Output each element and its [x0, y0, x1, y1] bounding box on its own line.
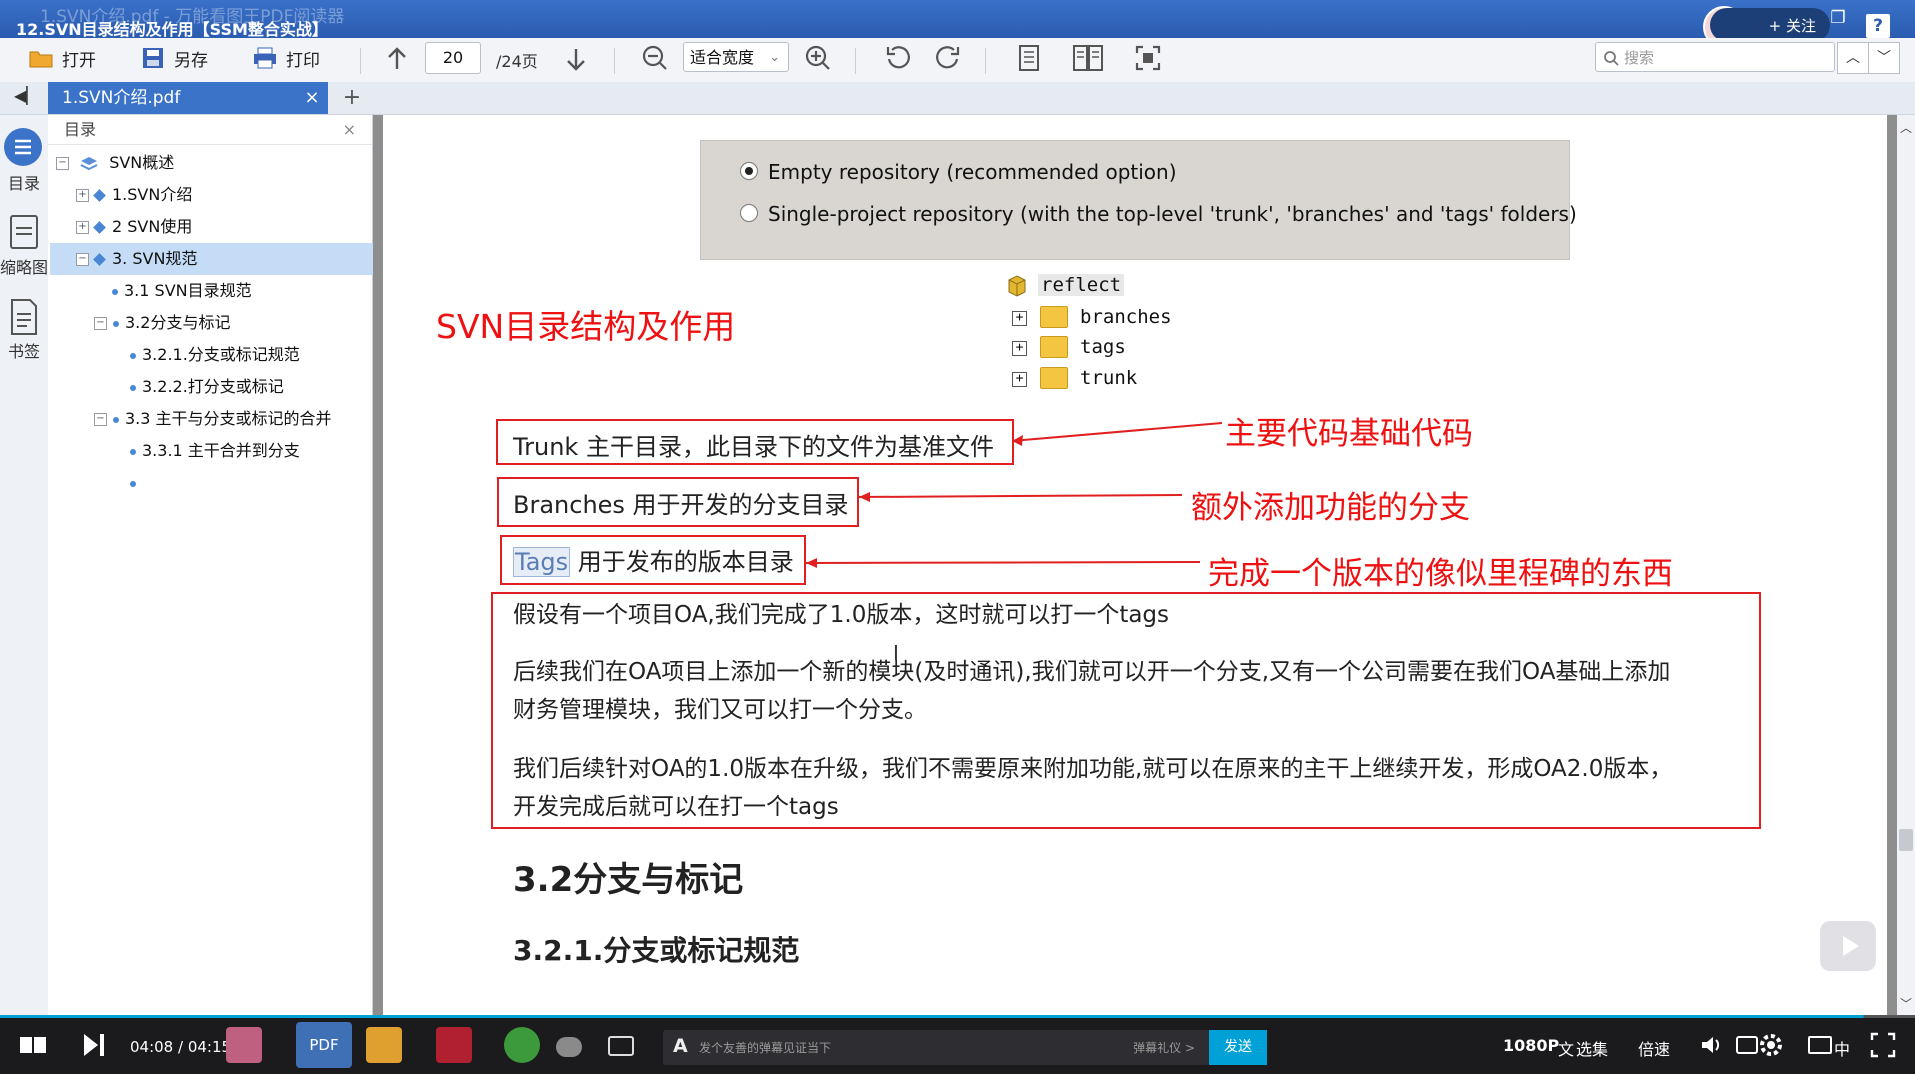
paragraph-2-line-2: 财务管理模块，我们又可以打一个分支。 — [513, 697, 927, 723]
annotation-arrows — [805, 422, 1223, 568]
browser-icon[interactable] — [504, 1027, 540, 1063]
gear-icon[interactable] — [1758, 1032, 1784, 1058]
next-icon[interactable] — [80, 1030, 112, 1060]
danmu-etiquette-link[interactable]: 弹幕礼仪 > — [1133, 1039, 1195, 1056]
time-display: 04:08 / 04:15 — [130, 1038, 232, 1056]
danmu-settings-icon[interactable] — [608, 1036, 634, 1056]
start-icon[interactable] — [18, 1033, 48, 1057]
paragraph-2-line-1: 后续我们在OA项目上添加一个新的模块(及时通讯),我们就可以开一个分支,又有一个… — [513, 659, 1671, 685]
danmu-toggle-icon[interactable] — [556, 1037, 582, 1057]
pdf-app-icon[interactable]: PDF — [296, 1022, 352, 1068]
ide-icon[interactable] — [436, 1027, 472, 1063]
paragraph-3-line-1: 我们后续针对OA的1.0版本在升级，我们不需要原来附加功能,就可以在原来的主干上… — [513, 756, 1673, 782]
language-toggle[interactable]: 中 — [1834, 1036, 1850, 1060]
danmu-placeholder: 发个友善的弹幕见证当下 — [699, 1041, 832, 1055]
app-icon[interactable] — [226, 1027, 262, 1063]
send-button[interactable]: 发送 — [1209, 1030, 1267, 1065]
heading-3-2: 3.2分支与标记 — [513, 860, 744, 900]
note-trunk: 主要代码基础代码 — [1225, 416, 1473, 452]
note-tags: 完成一个版本的像似里程碑的东西 — [1208, 556, 1673, 592]
speed-button[interactable]: 倍速 — [1638, 1036, 1670, 1060]
pip-icon[interactable] — [1808, 1036, 1832, 1054]
danmu-display-icon[interactable] — [1736, 1036, 1758, 1054]
text-style-icon[interactable]: A — [673, 1035, 688, 1057]
paragraph-1-line-1: 假设有一个项目OA,我们完成了1.0版本，这时就可以打一个tags — [513, 602, 1170, 628]
note-branches: 额外添加功能的分支 — [1191, 490, 1470, 526]
volume-icon[interactable] — [1700, 1034, 1724, 1056]
danmu-input[interactable]: A 发个友善的弹幕见证当下 弹幕礼仪 > — [663, 1030, 1209, 1065]
episodes-button[interactable]: 选集 — [1576, 1036, 1608, 1060]
heading-3-2-1: 3.2.1.分支或标记规范 — [513, 934, 800, 967]
fullscreen-exit-icon[interactable] — [1870, 1032, 1896, 1058]
paragraph-3-line-2: 开发完成后就可以在打一个tags — [513, 794, 839, 820]
quality-button[interactable]: 1080P — [1503, 1036, 1559, 1055]
play-overlay-button[interactable] — [1820, 921, 1876, 971]
subtitle-button[interactable]: 文 — [1558, 1036, 1574, 1060]
explorer-icon[interactable] — [366, 1027, 402, 1063]
play-icon — [1843, 936, 1859, 956]
progress-bar[interactable] — [0, 1015, 1915, 1018]
text-cursor-icon: I — [893, 641, 899, 665]
